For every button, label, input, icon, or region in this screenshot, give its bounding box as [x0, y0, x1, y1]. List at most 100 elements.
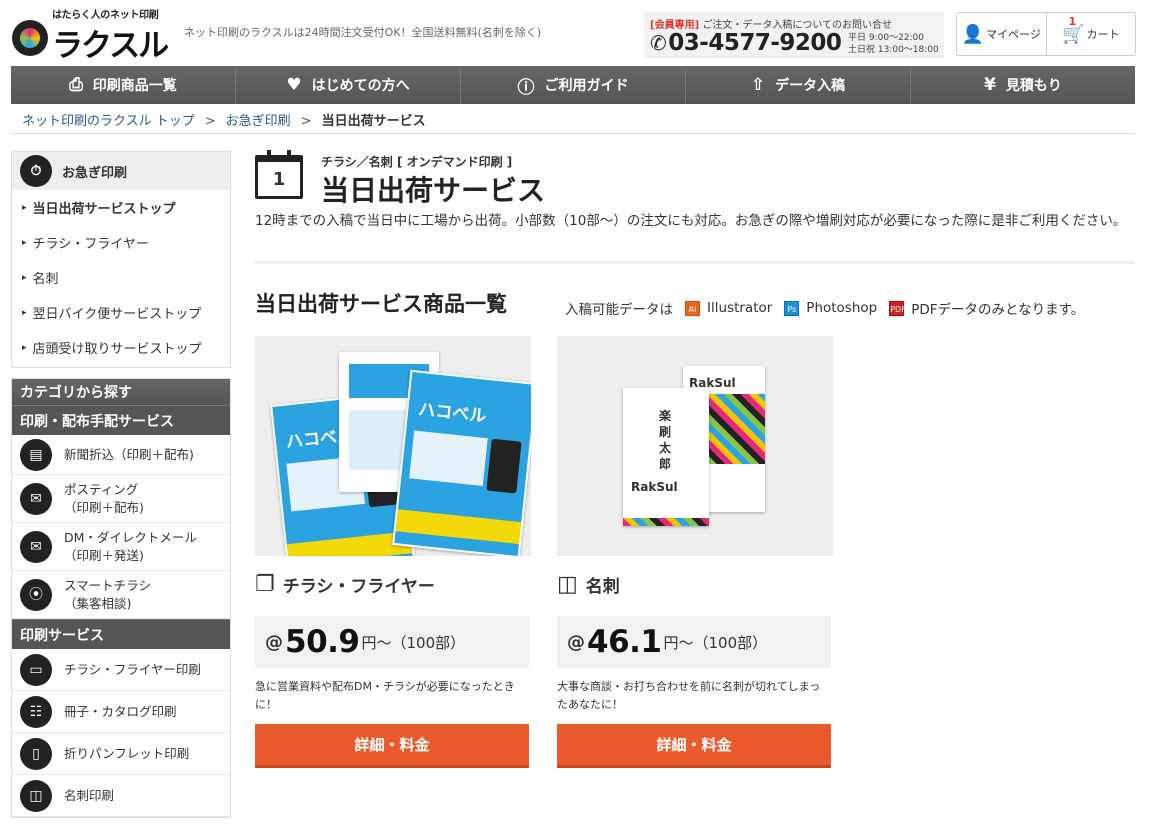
account-links: 👤 マイページ 1 🛒 カート [956, 12, 1136, 56]
product-name[interactable]: ◫ 名刺 [557, 572, 620, 597]
flyer-art-map [409, 430, 488, 486]
sidebar-item-smart-flyer[interactable]: ⦿ スマートチラシ （集客相談) [12, 571, 230, 619]
cart-button[interactable]: 1 🛒 カート [1045, 13, 1136, 55]
sidebar-item-newspaper-insert[interactable]: ▤ 新聞折込（印刷＋配布) [12, 435, 230, 475]
target-icon: ⦿ [20, 578, 52, 611]
sidebar-item-pamphlet-printing[interactable]: ▯ 折りパンフレット印刷 [12, 733, 230, 775]
breadcrumb-parent[interactable]: お急ぎ印刷 [226, 114, 291, 129]
product-description: 急に営業資料や配布DM・チラシが必要になったときに！ [255, 680, 515, 711]
flyer-sample-right: ハコベル [392, 369, 531, 556]
sidebar-link-label: 当日出荷サービストップ [32, 202, 176, 217]
card-sample-front: 楽刷太郎 RakSul [623, 388, 709, 526]
question-icon: ⓘ [517, 77, 535, 98]
book-icon: ☷ [20, 695, 52, 728]
nav-estimate-label: 見積もり [1005, 78, 1062, 94]
flyers-icon: ❐ [255, 572, 275, 597]
sidebar-link-bike-delivery[interactable]: ▸ 翌日バイク便サービストップ [12, 295, 230, 330]
user-icon: 👤 [961, 23, 985, 45]
breadcrumb-divider [11, 133, 1135, 134]
arrow-right-icon: ▸ [22, 202, 27, 213]
contact-heading: [会員専用] ご注文・データ入稿についてのお問い合せ [650, 16, 892, 31]
phone-number[interactable]: ✆03-4577-9200 [650, 30, 842, 56]
card-art-brand: RakSul [631, 480, 678, 494]
flyer-product-image[interactable]: ハコベル ハコベル [255, 336, 531, 556]
price-value: 50.9 [285, 624, 360, 660]
express-menu-title: お急ぎ印刷 [62, 165, 128, 181]
sidebar-item-flyer-printing[interactable]: ▭ チラシ・フライヤー印刷 [12, 649, 230, 691]
sidebar-link-same-day-top[interactable]: ▸ 当日出荷サービストップ [12, 190, 230, 225]
arrow-right-icon: ▸ [22, 307, 27, 318]
sidebar-item-booklet-printing[interactable]: ☷ 冊子・カタログ印刷 [12, 691, 230, 733]
mailbox-icon: ✉ [20, 482, 52, 515]
cart-count-badge: 1 [1068, 15, 1077, 28]
product-name-text: 名刺 [585, 577, 620, 597]
express-menu: ⏱ お急ぎ印刷 ▸ 当日出荷サービストップ ▸ チラシ・フライヤー ▸ 名刺 ▸ 翌日バイ… [11, 151, 231, 368]
upload-icon: ⇧ [750, 75, 766, 95]
nav-upload-label: データ入稿 [775, 78, 846, 94]
category-group-printing: 印刷サービス [12, 619, 230, 649]
sidebar-item-posting[interactable]: ✉ ポスティング （印刷＋配布) [12, 475, 230, 523]
nav-upload[interactable]: ⇧ データ入稿 [686, 66, 911, 104]
raksul-logo[interactable]: はたらく人のネット印刷 ラクスル [12, 6, 172, 64]
speedometer-icon: ⏱ [20, 155, 52, 187]
product-name[interactable]: ❐ チラシ・フライヤー [255, 572, 435, 597]
item-label: チラシ・フライヤー印刷 [64, 661, 201, 677]
business-card-detail-button[interactable]: 詳細・料金 [557, 724, 831, 768]
id-card-icon: ◫ [557, 572, 578, 597]
sidebar-link-label: 店頭受け取りサービストップ [32, 342, 202, 357]
format-illustrator: Illustrator [707, 300, 773, 316]
item-label: 冊子・カタログ印刷 [64, 703, 177, 719]
accepted-formats: 入稿可能データは Ai Illustrator Ps Photoshop PDF PD… [565, 298, 1084, 318]
price-box: @ 50.9 円〜（100部） [255, 616, 529, 668]
card-art-name: 楽刷太郎 [659, 409, 672, 471]
business-card-product-image[interactable]: RakSul 楽刷太郎 RakSul [557, 336, 833, 556]
breadcrumb-current: 当日出荷サービス [321, 114, 426, 129]
price-box: @ 46.1 円〜（100部） [557, 616, 831, 668]
pdf-icon: PDF [889, 300, 906, 316]
logo-wordmark: ラクスル [52, 28, 169, 64]
flyer-detail-button[interactable]: 詳細・料金 [255, 724, 529, 768]
category-group-distribution: 印刷・配布手配サービス [12, 405, 230, 435]
sidebar: ⏱ お急ぎ印刷 ▸ 当日出荷サービストップ ▸ チラシ・フライヤー ▸ 名刺 ▸ 翌日バイ… [11, 151, 231, 818]
item-line1: 新聞折込（印刷＋配布) [64, 446, 194, 462]
price-prefix: @ [567, 631, 585, 653]
breadcrumb-home[interactable]: ネット印刷のラクスル トップ [22, 114, 195, 129]
contact-box: [会員専用] ご注文・データ入稿についてのお問い合せ ✆03-4577-9200… [644, 12, 944, 58]
sidebar-link-business-card[interactable]: ▸ 名刺 [12, 260, 230, 295]
flyers-icon: ▭ [20, 653, 52, 686]
nav-first-time[interactable]: ♥ はじめての方へ [236, 66, 461, 104]
item-line1: ポスティング [64, 481, 139, 497]
phone-icon: ✆ [650, 31, 667, 55]
express-menu-head[interactable]: ⏱ お急ぎ印刷 [12, 152, 230, 190]
sidebar-link-label: 翌日バイク便サービストップ [32, 307, 202, 322]
format-photoshop: Photoshop [806, 300, 878, 316]
format-pdf: PDFデータのみとなります。 [911, 302, 1085, 318]
phone-text: 03-4577-9200 [668, 30, 842, 56]
envelope-icon: ✉ [20, 530, 52, 563]
calendar-icon: 1 [255, 150, 303, 199]
item-line2: （印刷＋発送) [64, 547, 144, 563]
nav-estimate[interactable]: ¥ 見積もり [911, 66, 1135, 104]
item-line2: （印刷＋配布) [64, 499, 144, 515]
yen-icon: ¥ [984, 75, 996, 95]
flyer-art-band [395, 509, 522, 545]
nav-products[interactable]: ⎙ 印刷商品一覧 [11, 66, 236, 104]
price-value: 46.1 [587, 624, 662, 660]
logo-mark-icon [12, 20, 48, 56]
sidebar-item-direct-mail[interactable]: ✉ DM・ダイレクトメール （印刷＋発送) [12, 523, 230, 571]
nav-guide[interactable]: ⓘ ご利用ガイド [461, 66, 686, 104]
cart-label: カート [1086, 28, 1120, 41]
sidebar-link-store-pickup[interactable]: ▸ 店頭受け取りサービストップ [12, 330, 230, 365]
sidebar-item-business-card-printing[interactable]: ◫ 名刺印刷 [12, 775, 230, 817]
flyer-art-title: ハコベル [417, 399, 488, 427]
product-name-text: チラシ・フライヤー [282, 577, 435, 597]
sidebar-link-label: 名刺 [32, 272, 59, 287]
sidebar-link-flyer[interactable]: ▸ チラシ・フライヤー [12, 225, 230, 260]
formats-intro: 入稿可能データは [565, 302, 673, 318]
breadcrumb: ネット印刷のラクスル トップ > お急ぎ印刷 > 当日出荷サービス [22, 110, 426, 129]
nav-first-time-label: はじめての方へ [311, 78, 410, 94]
product-card-flyer: ハコベル ハコベル ❐ チラシ・フライヤー @ 50.9 円〜（100部） 急に営… [255, 336, 531, 768]
product-card-business-card: RakSul 楽刷太郎 RakSul ◫ 名刺 @ 46.1 円〜（100部） 大… [557, 336, 833, 768]
id-card-icon: ◫ [20, 779, 52, 812]
mypage-button[interactable]: 👤 マイページ [957, 13, 1046, 55]
